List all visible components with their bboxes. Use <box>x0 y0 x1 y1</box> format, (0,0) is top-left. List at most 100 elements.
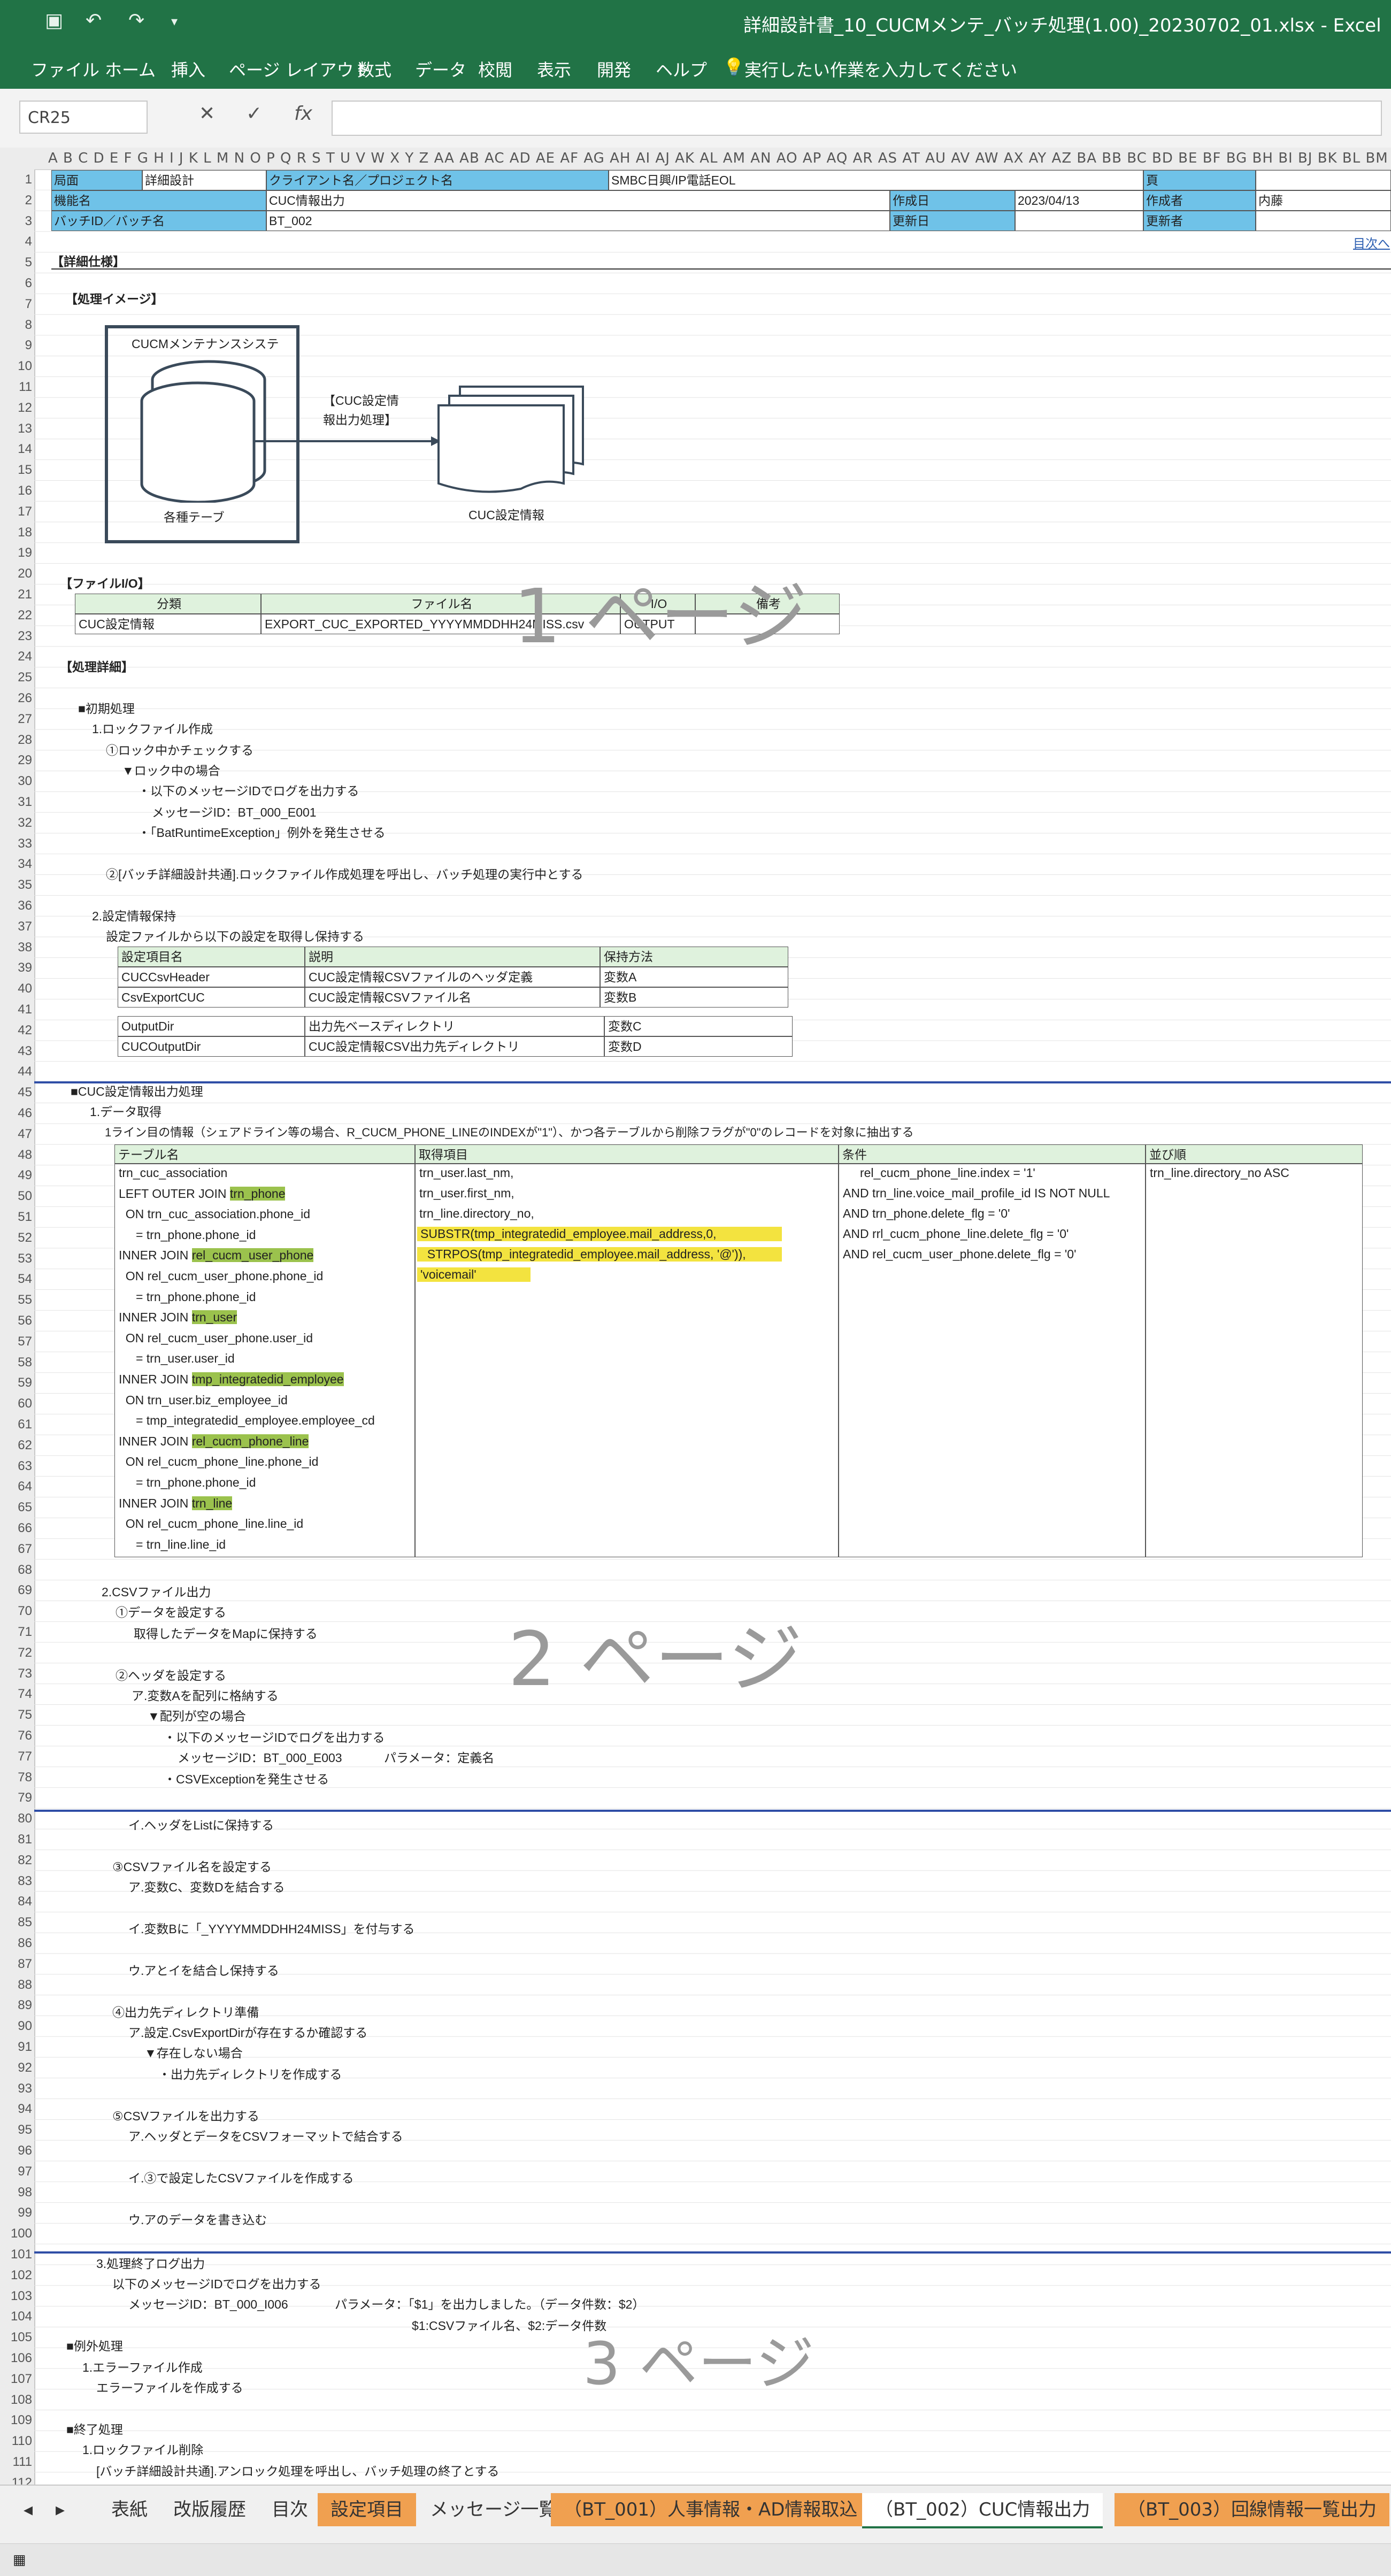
row-number[interactable]: 56 <box>0 1313 32 1328</box>
sheet-tab-active[interactable]: （BT_002）CUC情報出力 <box>862 2493 1103 2528</box>
row-number[interactable]: 30 <box>0 774 32 789</box>
tab-data[interactable]: データ <box>415 57 466 81</box>
row-number[interactable]: 20 <box>0 566 32 581</box>
row-number[interactable]: 36 <box>0 898 32 913</box>
row-number[interactable]: 43 <box>0 1044 32 1059</box>
row-number[interactable]: 90 <box>0 2019 32 2034</box>
enter-icon[interactable]: ✓ <box>246 103 262 125</box>
row-number[interactable]: 105 <box>0 2330 32 2345</box>
undo-icon[interactable]: ↶ <box>86 10 102 32</box>
row-number[interactable]: 75 <box>0 1708 32 1723</box>
row-number[interactable]: 102 <box>0 2268 32 2283</box>
name-box[interactable]: CR25 <box>19 101 148 134</box>
row-number[interactable]: 95 <box>0 2123 32 2137</box>
row-number[interactable]: 63 <box>0 1459 32 1474</box>
row-number[interactable]: 29 <box>0 753 32 768</box>
row-number[interactable]: 28 <box>0 733 32 748</box>
row-number[interactable]: 18 <box>0 525 32 540</box>
row-number[interactable]: 91 <box>0 2040 32 2055</box>
row-number[interactable]: 106 <box>0 2351 32 2366</box>
row-number[interactable]: 72 <box>0 1645 32 1660</box>
row-number[interactable]: 85 <box>0 1915 32 1930</box>
row-number[interactable]: 21 <box>0 587 32 602</box>
sheet-tab[interactable]: （BT_001）人事情報・AD情報取込 <box>551 2493 871 2526</box>
row-number[interactable]: 55 <box>0 1293 32 1308</box>
row-number[interactable]: 104 <box>0 2309 32 2324</box>
save-icon[interactable]: ▣ <box>45 10 63 32</box>
row-number[interactable]: 73 <box>0 1666 32 1681</box>
row-number[interactable]: 57 <box>0 1334 32 1349</box>
row-number[interactable]: 60 <box>0 1396 32 1411</box>
row-number[interactable]: 76 <box>0 1728 32 1743</box>
row-number[interactable]: 37 <box>0 919 32 934</box>
sheet-tab[interactable]: メッセージ一覧 <box>417 2493 570 2526</box>
row-number[interactable]: 81 <box>0 1832 32 1847</box>
tab-formulas[interactable]: 数式 <box>357 57 391 81</box>
row-number[interactable]: 39 <box>0 960 32 975</box>
tab-developer[interactable]: 開発 <box>597 57 631 81</box>
row-number[interactable]: 8 <box>0 318 32 333</box>
sheet-tab[interactable]: 改版履歴 <box>160 2493 259 2526</box>
row-number[interactable]: 101 <box>0 2247 32 2262</box>
row-number[interactable]: 97 <box>0 2164 32 2179</box>
row-number[interactable]: 64 <box>0 1479 32 1494</box>
row-number[interactable]: 51 <box>0 1210 32 1225</box>
row-number[interactable]: 94 <box>0 2102 32 2117</box>
row-number[interactable]: 86 <box>0 1936 32 1951</box>
row-number[interactable]: 110 <box>0 2434 32 2449</box>
row-number[interactable]: 16 <box>0 483 32 498</box>
tab-page-layout[interactable]: ページ レイアウト <box>229 57 371 81</box>
row-number[interactable]: 31 <box>0 795 32 810</box>
row-number[interactable]: 41 <box>0 1002 32 1017</box>
row-number[interactable]: 79 <box>0 1790 32 1805</box>
row-number[interactable]: 24 <box>0 649 32 664</box>
tab-file[interactable]: ファイル <box>31 57 99 81</box>
row-number[interactable]: 99 <box>0 2205 32 2220</box>
row-number[interactable]: 92 <box>0 2060 32 2075</box>
row-number[interactable]: 48 <box>0 1148 32 1163</box>
sheet-tab[interactable]: 表紙 <box>98 2493 160 2526</box>
sheet-tab[interactable]: （BT_003）回線情報一覧出力 <box>1115 2493 1389 2526</box>
row-number[interactable]: 27 <box>0 712 32 727</box>
customize-qat-icon[interactable]: ▾ <box>171 14 178 29</box>
row-number[interactable]: 80 <box>0 1811 32 1826</box>
tab-review[interactable]: 校閲 <box>478 57 512 81</box>
row-number[interactable]: 93 <box>0 2081 32 2096</box>
row-number[interactable]: 61 <box>0 1417 32 1432</box>
row-number[interactable]: 78 <box>0 1770 32 1785</box>
row-number[interactable]: 59 <box>0 1375 32 1390</box>
tab-view[interactable]: 表示 <box>537 57 571 81</box>
row-number[interactable]: 46 <box>0 1106 32 1121</box>
row-number[interactable]: 10 <box>0 359 32 374</box>
row-number[interactable]: 33 <box>0 836 32 851</box>
cancel-icon[interactable]: ✕ <box>199 103 215 125</box>
prev-sheet-icon[interactable]: ◂ <box>11 2493 45 2526</box>
row-number[interactable]: 35 <box>0 878 32 893</box>
row-number[interactable]: 25 <box>0 670 32 685</box>
row-number[interactable]: 52 <box>0 1231 32 1245</box>
row-number[interactable]: 82 <box>0 1853 32 1868</box>
row-number[interactable]: 40 <box>0 981 32 996</box>
row-number[interactable]: 53 <box>0 1251 32 1266</box>
row-number[interactable]: 88 <box>0 1978 32 1993</box>
row-number[interactable]: 26 <box>0 691 32 706</box>
row-number[interactable]: 1 <box>0 172 32 187</box>
tab-home[interactable]: ホーム <box>105 57 156 81</box>
row-number[interactable]: 103 <box>0 2289 32 2304</box>
row-number[interactable]: 22 <box>0 608 32 623</box>
row-number[interactable]: 12 <box>0 401 32 416</box>
row-number[interactable]: 70 <box>0 1604 32 1619</box>
row-number[interactable]: 83 <box>0 1874 32 1889</box>
row-number[interactable]: 14 <box>0 442 32 457</box>
row-number[interactable]: 68 <box>0 1563 32 1578</box>
sheet-tab[interactable]: 目次 <box>259 2493 321 2526</box>
row-number[interactable]: 71 <box>0 1625 32 1640</box>
row-number[interactable]: 5 <box>0 255 32 270</box>
row-number[interactable]: 11 <box>0 380 32 395</box>
insert-function-icon[interactable]: fx <box>294 103 312 125</box>
row-number[interactable]: 13 <box>0 421 32 436</box>
row-number[interactable]: 98 <box>0 2185 32 2200</box>
row-number[interactable]: 49 <box>0 1168 32 1183</box>
row-number[interactable]: 107 <box>0 2372 32 2387</box>
row-number[interactable]: 38 <box>0 940 32 955</box>
